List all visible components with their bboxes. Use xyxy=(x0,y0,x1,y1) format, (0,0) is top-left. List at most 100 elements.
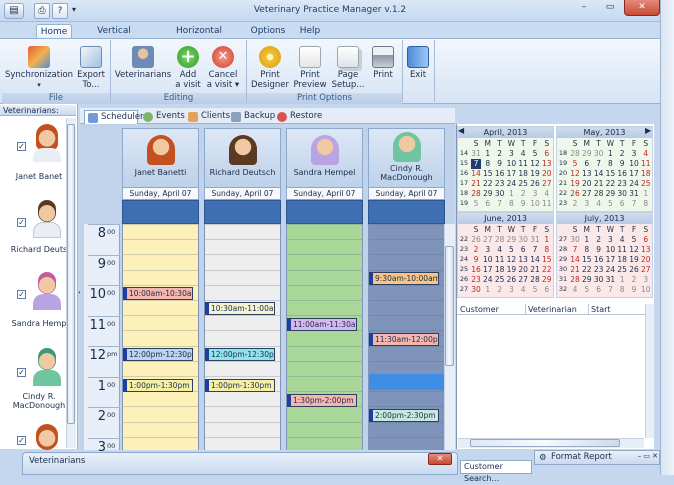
resource-header-janet[interactable]: Janet Banetti xyxy=(122,128,199,188)
calendar-day[interactable]: 26 xyxy=(530,179,540,189)
calendar-day[interactable]: 3 xyxy=(506,285,516,295)
calendar-day[interactable]: 26 xyxy=(629,265,639,275)
resource-header-sandra[interactable]: Sandra Hempel xyxy=(286,128,363,188)
calendar-day[interactable]: 16 xyxy=(495,169,505,179)
tab-horizontal-timeline[interactable]: Horizontal Timeline xyxy=(158,24,240,50)
tab-options[interactable]: Options xyxy=(248,24,288,38)
calendar-day[interactable]: 13 xyxy=(641,245,651,255)
tab-home[interactable]: Home xyxy=(36,24,72,38)
calendar-day[interactable]: 10 xyxy=(506,159,517,169)
appointment[interactable]: 9:30am-10:00am d xyxy=(369,271,439,285)
calendar-day[interactable]: 21 xyxy=(594,179,604,189)
calendar-day[interactable]: 30 xyxy=(495,189,505,199)
calendar-day[interactable]: 28 xyxy=(570,149,580,159)
calendar-day[interactable]: 5 xyxy=(570,159,580,169)
calendar-day[interactable]: 19 xyxy=(506,265,517,275)
calendar-day[interactable]: 3 xyxy=(629,149,639,159)
format-report-window-buttons[interactable]: – ▭ ✕ xyxy=(610,452,658,463)
calendar-day[interactable]: 14 xyxy=(471,169,481,179)
print-preview-button[interactable]: Print Preview xyxy=(292,46,328,90)
calendar-day[interactable]: 6 xyxy=(582,159,592,169)
calendar-day[interactable]: 4 xyxy=(542,189,552,199)
calendar-day[interactable]: 7 xyxy=(471,159,481,169)
calendar-day[interactable]: 26 xyxy=(506,275,517,285)
calendar-day[interactable]: 25 xyxy=(495,275,505,285)
calendar-day[interactable]: 3 xyxy=(641,275,651,285)
calendar-day[interactable]: 8 xyxy=(506,199,516,209)
calendar-day[interactable]: 11 xyxy=(617,245,627,255)
calendar-day[interactable]: 28 xyxy=(594,189,604,199)
calendar-day[interactable]: 29 xyxy=(542,275,552,285)
calendar-day[interactable]: 6 xyxy=(542,285,552,295)
calendar-day[interactable]: 24 xyxy=(605,265,616,275)
calendar-day[interactable]: 4 xyxy=(518,149,528,159)
calendar-day[interactable]: 31 xyxy=(629,189,639,199)
calendar-day[interactable]: 18 xyxy=(495,265,505,275)
tab-scheduler[interactable]: Scheduler xyxy=(84,110,144,124)
calendar-day[interactable]: 4 xyxy=(594,199,604,209)
calendar-day[interactable]: 18 xyxy=(641,169,651,179)
calendar-day[interactable]: 24 xyxy=(483,275,493,285)
calendar-day[interactable]: 29 xyxy=(582,275,592,285)
calendar-day[interactable]: 22 xyxy=(582,265,592,275)
calendar-day[interactable]: 25 xyxy=(518,179,528,189)
appointment[interactable]: 10:00am-10:30am xyxy=(123,287,193,300)
calendar-day[interactable]: 29 xyxy=(506,235,517,245)
tab-help[interactable]: Help xyxy=(296,24,324,38)
calendar-day[interactable]: 5 xyxy=(530,149,540,159)
calendar-day[interactable]: 2 xyxy=(629,275,639,285)
calendar-day[interactable]: 16 xyxy=(594,255,604,265)
calendar-day[interactable]: 30 xyxy=(617,189,627,199)
export-button[interactable]: Export To... xyxy=(74,46,108,90)
all-day-area-janet[interactable] xyxy=(122,200,199,224)
appointment[interactable]: 1:00pm-1:30pm a xyxy=(123,378,193,392)
vet-checkbox-5[interactable]: ✓ xyxy=(17,436,26,445)
calendar-day[interactable]: 22 xyxy=(605,179,616,189)
calendar-day[interactable]: 30 xyxy=(594,149,604,159)
tab-vertical-timeline[interactable]: Vertical Timeline xyxy=(80,24,148,50)
calendar-day[interactable]: 23 xyxy=(495,179,505,189)
calendar-day[interactable]: 4 xyxy=(495,245,505,255)
calendar-day[interactable]: 6 xyxy=(518,245,528,255)
calendar-day[interactable]: 13 xyxy=(582,169,592,179)
calendar-day[interactable]: 18 xyxy=(518,169,528,179)
calendar-day[interactable]: 1 xyxy=(506,189,516,199)
calendar-day[interactable]: 8 xyxy=(582,245,592,255)
all-day-area-richard[interactable] xyxy=(204,200,281,224)
calendar-day[interactable]: 8 xyxy=(641,199,651,209)
calendar-day[interactable]: 1 xyxy=(605,149,615,159)
calendar-day[interactable]: 27 xyxy=(483,235,493,245)
calendar-day[interactable]: 9 xyxy=(629,285,639,295)
calendar-day[interactable]: 2 xyxy=(471,245,481,255)
grid-vscrollbar[interactable] xyxy=(645,304,654,438)
appointment[interactable]: 12:00pm-12:30pm xyxy=(123,348,193,361)
calendar-day[interactable]: 20 xyxy=(518,265,528,275)
calendar-day[interactable]: 5 xyxy=(530,285,540,295)
resource-header-richard[interactable]: Richard Deutsch xyxy=(204,128,281,188)
calendar-day[interactable]: 17 xyxy=(483,265,493,275)
tab-events[interactable]: Events xyxy=(140,110,185,124)
calendar-day[interactable]: 13 xyxy=(518,255,528,265)
calendar-day[interactable]: 5 xyxy=(582,285,592,295)
tab-clients[interactable]: Clients xyxy=(185,110,230,124)
calendar-day[interactable]: 1 xyxy=(641,189,651,199)
selected-time-cell[interactable] xyxy=(369,374,444,390)
grid-col-customer[interactable]: Customer xyxy=(460,304,499,315)
calendar-day[interactable]: 24 xyxy=(506,179,517,189)
page-setup-button[interactable]: Page Setup... xyxy=(330,46,366,90)
calendar-day[interactable]: 11 xyxy=(518,159,528,169)
minimize-button[interactable]: – xyxy=(572,2,596,15)
calendar-day[interactable]: 21 xyxy=(570,265,580,275)
calendar-day[interactable]: 11 xyxy=(641,159,651,169)
calendar-day[interactable]: 14 xyxy=(570,255,580,265)
calendar-day[interactable]: 11 xyxy=(542,199,552,209)
calendar-day[interactable]: 10 xyxy=(530,199,540,209)
calendar-day[interactable]: 27 xyxy=(518,275,528,285)
calendar-day[interactable]: 9 xyxy=(594,245,604,255)
calendar-day[interactable]: 2 xyxy=(495,285,505,295)
calendar-day[interactable]: 25 xyxy=(641,179,651,189)
calendar-day[interactable]: 10 xyxy=(605,245,616,255)
calendar-day[interactable]: 21 xyxy=(471,179,481,189)
appointment[interactable]: 1:00pm-1:30pm s xyxy=(205,378,275,392)
calendar-day[interactable]: 19 xyxy=(530,169,540,179)
